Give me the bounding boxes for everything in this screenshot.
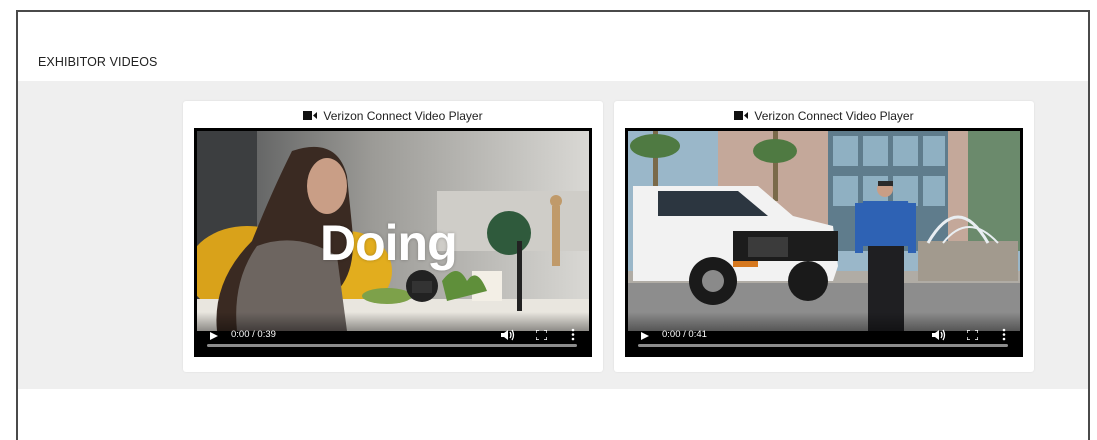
fullscreen-icon[interactable] — [967, 330, 978, 340]
video-gallery: Verizon Connect Video Player Doing 0:00 … — [18, 81, 1088, 389]
video-time: 0:00 / 0:41 — [662, 329, 707, 340]
player-label: Verizon Connect Video Player — [754, 109, 914, 123]
video-card-2: Verizon Connect Video Player 0:00 / 0:41 — [614, 101, 1034, 372]
video-time: 0:00 / 0:39 — [231, 329, 276, 340]
more-options-icon[interactable] — [1002, 328, 1006, 341]
play-icon[interactable] — [209, 331, 219, 341]
video-card-1: Verizon Connect Video Player Doing 0:00 … — [183, 101, 603, 372]
more-options-icon[interactable] — [571, 328, 575, 341]
video-player-2[interactable]: 0:00 / 0:41 — [625, 128, 1023, 357]
video-progress-bar[interactable] — [207, 344, 577, 347]
player-title: Verizon Connect Video Player — [183, 109, 603, 123]
video-thumbnail — [628, 131, 1020, 331]
video-overlay-text: Doing — [320, 215, 458, 271]
player-title: Verizon Connect Video Player — [614, 109, 1034, 123]
page-frame: EXHIBITOR VIDEOS Verizon Connect Video P… — [16, 10, 1090, 440]
fullscreen-icon[interactable] — [536, 330, 547, 340]
volume-icon[interactable] — [932, 329, 946, 341]
video-controls: 0:00 / 0:41 — [626, 312, 1022, 356]
volume-icon[interactable] — [501, 329, 515, 341]
play-icon[interactable] — [640, 331, 650, 341]
video-camera-icon — [303, 111, 318, 121]
video-camera-icon — [734, 111, 749, 121]
video-progress-bar[interactable] — [638, 344, 1008, 347]
video-controls: 0:00 / 0:39 — [195, 312, 591, 356]
player-label: Verizon Connect Video Player — [323, 109, 483, 123]
section-title: EXHIBITOR VIDEOS — [38, 55, 158, 69]
video-player-1[interactable]: Doing 0:00 / 0:39 — [194, 128, 592, 357]
